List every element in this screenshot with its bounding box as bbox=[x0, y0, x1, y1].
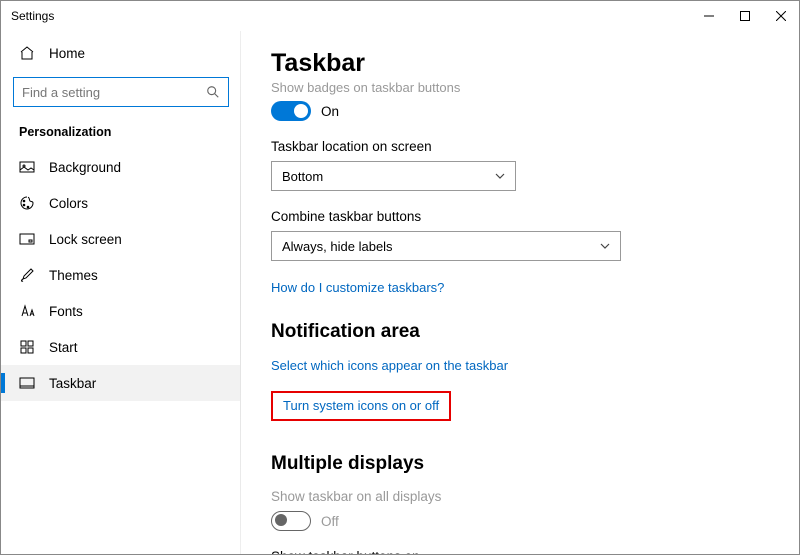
home-nav[interactable]: Home bbox=[1, 35, 241, 71]
brush-icon bbox=[19, 267, 35, 283]
sidebar-subheader: Personalization bbox=[1, 119, 241, 149]
sidebar-item-label: Start bbox=[49, 340, 78, 355]
location-select[interactable]: Bottom bbox=[271, 161, 516, 191]
sidebar-item-background[interactable]: Background bbox=[1, 149, 241, 185]
help-link[interactable]: How do I customize taskbars? bbox=[271, 280, 444, 295]
location-value: Bottom bbox=[282, 169, 323, 184]
sidebar-item-colors[interactable]: Colors bbox=[1, 185, 241, 221]
highlight-system-icons-link: Turn system icons on or off bbox=[271, 391, 451, 421]
minimize-button[interactable] bbox=[691, 1, 727, 31]
maximize-button[interactable] bbox=[727, 1, 763, 31]
search-input[interactable] bbox=[13, 77, 229, 107]
sidebar-item-themes[interactable]: Themes bbox=[1, 257, 241, 293]
close-button[interactable] bbox=[763, 1, 799, 31]
multi-toggle-row: Off bbox=[271, 511, 769, 531]
multi-show-label: Show taskbar on all displays bbox=[271, 489, 769, 504]
home-icon bbox=[19, 45, 35, 61]
sidebar-item-label: Taskbar bbox=[49, 376, 96, 391]
sidebar-item-label: Lock screen bbox=[49, 232, 122, 247]
lockscreen-icon bbox=[19, 231, 35, 247]
chevron-down-icon bbox=[600, 241, 610, 251]
multi-show-state: Off bbox=[321, 514, 339, 529]
sidebar-item-lockscreen[interactable]: Lock screen bbox=[1, 221, 241, 257]
sidebar-item-label: Colors bbox=[49, 196, 88, 211]
main-content: Taskbar Show badges on taskbar buttons O… bbox=[241, 31, 799, 554]
location-label: Taskbar location on screen bbox=[271, 139, 769, 154]
multi-show-toggle[interactable] bbox=[271, 511, 311, 531]
sidebar-item-label: Background bbox=[49, 160, 121, 175]
palette-icon bbox=[19, 195, 35, 211]
search-icon bbox=[206, 85, 220, 99]
multiple-displays-heading: Multiple displays bbox=[271, 453, 769, 475]
chevron-down-icon bbox=[495, 171, 505, 181]
picture-icon bbox=[19, 159, 35, 175]
sidebar-item-fonts[interactable]: Fonts bbox=[1, 293, 241, 329]
search-field[interactable] bbox=[22, 85, 206, 100]
home-label: Home bbox=[49, 46, 85, 61]
badges-label: Show badges on taskbar buttons bbox=[271, 80, 769, 95]
sidebar-item-taskbar[interactable]: Taskbar bbox=[1, 365, 241, 401]
multi-buttons-label: Show taskbar buttons on bbox=[271, 549, 769, 554]
badges-state: On bbox=[321, 104, 339, 119]
sidebar-item-start[interactable]: Start bbox=[1, 329, 241, 365]
sidebar-item-label: Fonts bbox=[49, 304, 83, 319]
select-icons-link[interactable]: Select which icons appear on the taskbar bbox=[271, 358, 508, 373]
combine-select[interactable]: Always, hide labels bbox=[271, 231, 621, 261]
combine-label: Combine taskbar buttons bbox=[271, 209, 769, 224]
notification-heading: Notification area bbox=[271, 321, 769, 343]
start-icon bbox=[19, 339, 35, 355]
window-title: Settings bbox=[11, 9, 691, 23]
sidebar: Home Personalization Background Colors L… bbox=[1, 31, 241, 554]
titlebar: Settings bbox=[1, 1, 799, 31]
badges-toggle[interactable] bbox=[271, 101, 311, 121]
fonts-icon bbox=[19, 303, 35, 319]
badges-toggle-row: On bbox=[271, 101, 769, 121]
taskbar-icon bbox=[19, 375, 35, 391]
sidebar-item-label: Themes bbox=[49, 268, 98, 283]
window-controls bbox=[691, 1, 799, 31]
page-title: Taskbar bbox=[271, 49, 769, 78]
combine-value: Always, hide labels bbox=[282, 239, 393, 254]
system-icons-link[interactable]: Turn system icons on or off bbox=[283, 398, 439, 413]
